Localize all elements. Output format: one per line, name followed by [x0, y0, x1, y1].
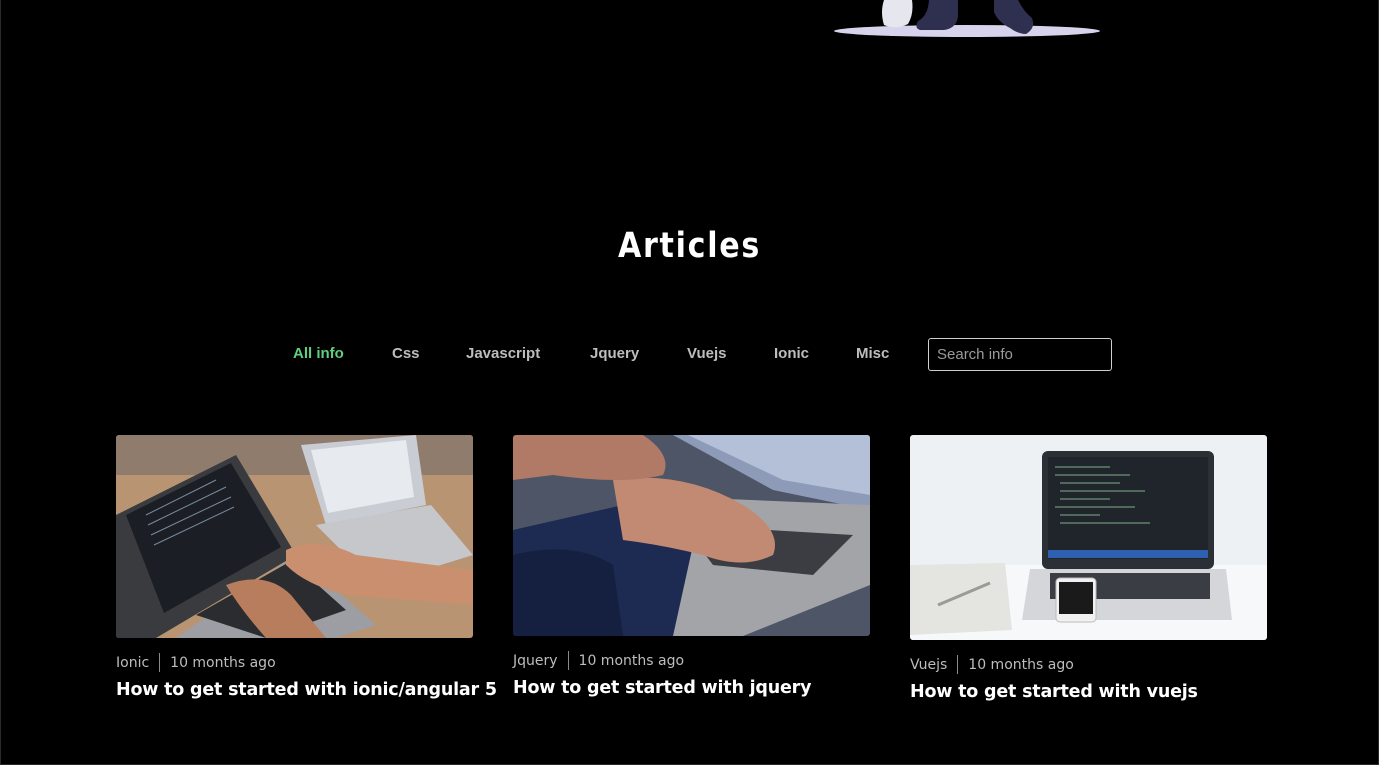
- filter-bar: All info Css Javascript Jquery Vuejs Ion…: [0, 338, 1379, 371]
- search-input[interactable]: [928, 338, 1112, 371]
- section-title: Articles: [617, 226, 762, 266]
- article-title[interactable]: How to get started with jquery: [513, 678, 870, 698]
- article-meta: Vuejs 10 months ago: [910, 655, 1267, 674]
- article-card[interactable]: Jquery 10 months ago How to get started …: [513, 435, 870, 698]
- article-image[interactable]: [116, 435, 473, 638]
- article-card[interactable]: Ionic 10 months ago How to get started w…: [116, 435, 497, 700]
- article-card[interactable]: Vuejs 10 months ago How to get started w…: [910, 435, 1267, 702]
- meta-divider: [159, 653, 161, 672]
- article-category[interactable]: Ionic: [116, 655, 149, 671]
- article-meta: Jquery 10 months ago: [513, 651, 870, 670]
- hero-illustration: [834, 0, 1100, 37]
- article-title[interactable]: How to get started with vuejs: [910, 682, 1267, 702]
- meta-divider: [957, 655, 959, 674]
- filter-ionic[interactable]: Ionic: [774, 345, 809, 362]
- meta-divider: [567, 651, 569, 670]
- article-image[interactable]: [513, 435, 870, 636]
- article-category[interactable]: Vuejs: [910, 657, 947, 673]
- article-title[interactable]: How to get started with ionic/angular 5: [116, 680, 497, 700]
- filter-misc[interactable]: Misc: [856, 345, 889, 362]
- article-category[interactable]: Jquery: [513, 653, 558, 669]
- article-date: 10 months ago: [578, 652, 685, 669]
- filter-all-info[interactable]: All info: [293, 345, 344, 362]
- filter-jquery[interactable]: Jquery: [590, 345, 639, 362]
- article-meta: Ionic 10 months ago: [116, 653, 473, 672]
- article-date: 10 months ago: [170, 654, 276, 671]
- filter-css[interactable]: Css: [392, 345, 420, 362]
- filter-vuejs[interactable]: Vuejs: [687, 345, 726, 362]
- filter-javascript[interactable]: Javascript: [466, 345, 540, 362]
- article-date: 10 months ago: [968, 656, 1074, 673]
- article-image[interactable]: [910, 435, 1267, 640]
